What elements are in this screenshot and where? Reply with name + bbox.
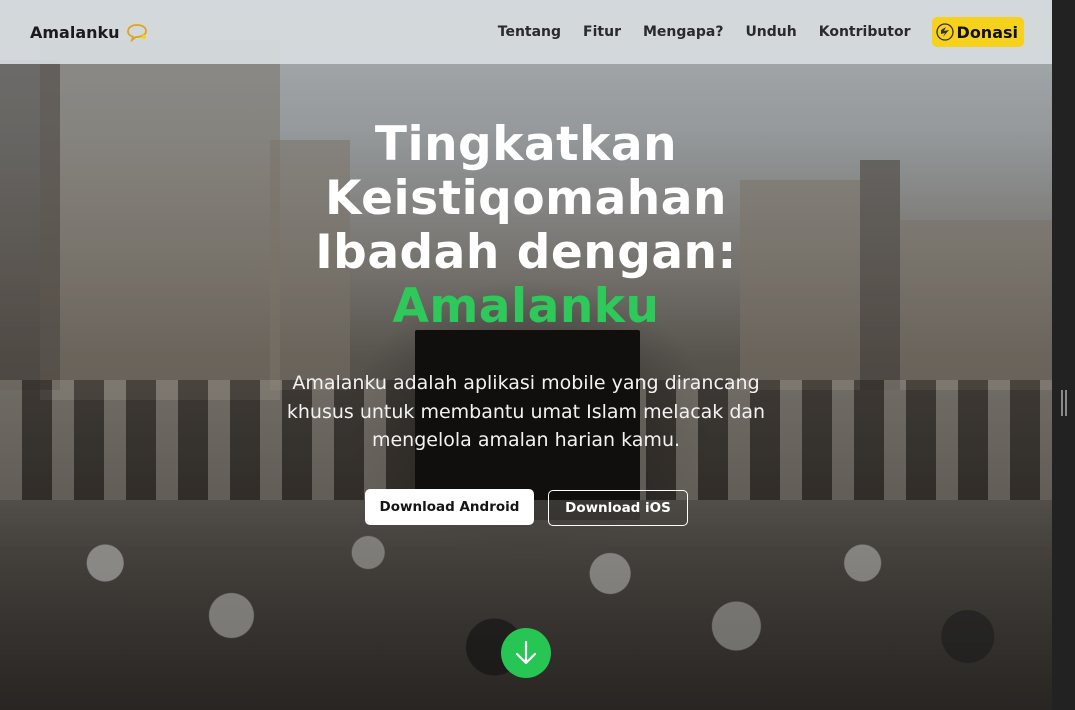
donate-button[interactable]: Donasi <box>931 17 1024 47</box>
nav-link-unduh[interactable]: Unduh <box>745 24 796 40</box>
brand-logo[interactable]: Amalanku <box>30 22 148 42</box>
hero-title-accent: Amalanku <box>392 279 660 334</box>
nav-link-tentang[interactable]: Tentang <box>498 24 561 40</box>
resize-handle[interactable] <box>1061 390 1067 416</box>
hero-title-line-3: Ibadah dengan: <box>315 225 737 280</box>
scroll-down-button[interactable] <box>501 628 551 678</box>
speech-bubble-icon <box>126 24 147 42</box>
saweria-icon <box>935 23 954 41</box>
brand-name: Amalanku <box>30 22 120 42</box>
hero-title: Tingkatkan Keistiqomahan Ibadah dengan: … <box>300 118 752 334</box>
hero-description: Amalanku adalah aplikasi mobile yang dir… <box>286 372 766 451</box>
navbar: Amalanku Tentang Fitur Mengapa? Unduh Ko… <box>0 0 1052 64</box>
hero-title-line-2: Keistiqomahan <box>325 171 727 226</box>
page-viewport: Amalanku Tentang Fitur Mengapa? Unduh Ko… <box>0 0 1052 710</box>
nav-link-kontributor[interactable]: Kontributor <box>819 24 911 40</box>
hero-background-image <box>0 0 1052 710</box>
devtools-gutter <box>1052 0 1075 710</box>
nav-links: Tentang Fitur Mengapa? Unduh Kontributor… <box>476 17 1024 47</box>
download-android-button[interactable]: Download Android <box>365 489 534 525</box>
nav-link-mengapa[interactable]: Mengapa? <box>643 24 723 40</box>
download-ios-button[interactable]: Download iOS <box>548 490 688 526</box>
arrow-down-icon <box>515 640 537 665</box>
nav-link-fitur[interactable]: Fitur <box>583 24 621 40</box>
hero-title-line-1: Tingkatkan <box>374 117 678 172</box>
donate-label: Donasi <box>956 22 1018 42</box>
